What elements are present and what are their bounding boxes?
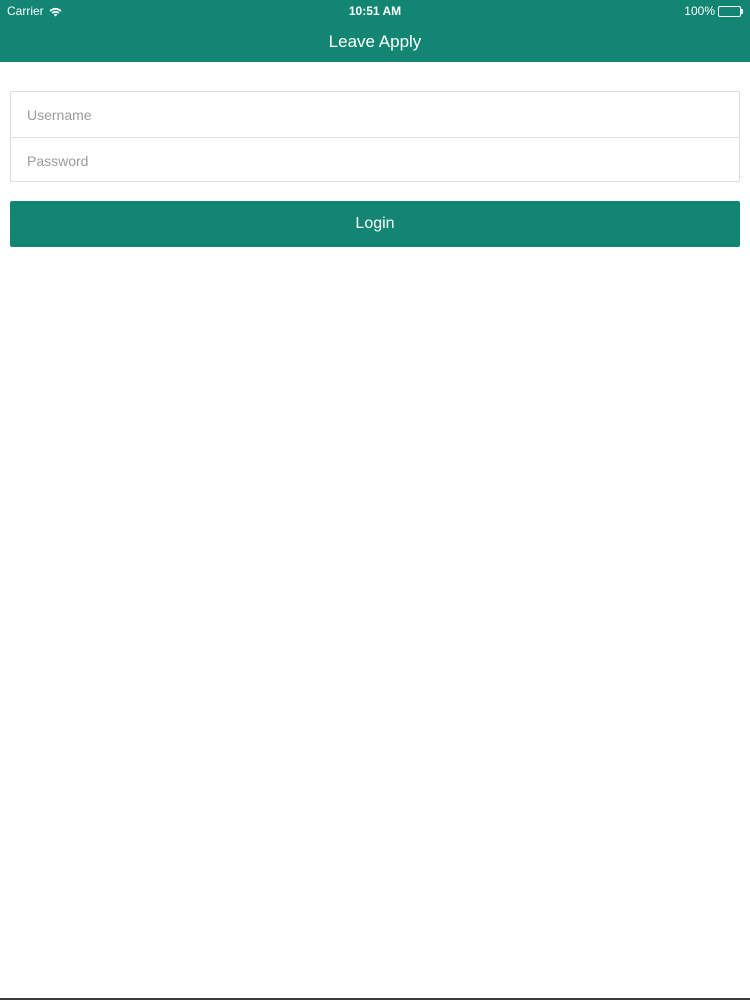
page-title: Leave Apply [328, 32, 422, 51]
status-bar: Carrier 10:51 AM 100% [0, 0, 750, 20]
password-input[interactable] [11, 138, 739, 183]
battery-icon [718, 5, 744, 17]
app-screen: Carrier 10:51 AM 100% Leave Apply Userna… [0, 0, 750, 1000]
battery-percentage: 100% [684, 4, 715, 18]
login-button[interactable]: Login [10, 201, 740, 247]
status-time: 10:51 AM [348, 4, 402, 18]
username-input[interactable] [11, 92, 739, 137]
status-right: 100% [684, 4, 744, 18]
header-bar: Carrier 10:51 AM 100% Leave Apply [0, 0, 750, 62]
login-form [10, 91, 740, 183]
